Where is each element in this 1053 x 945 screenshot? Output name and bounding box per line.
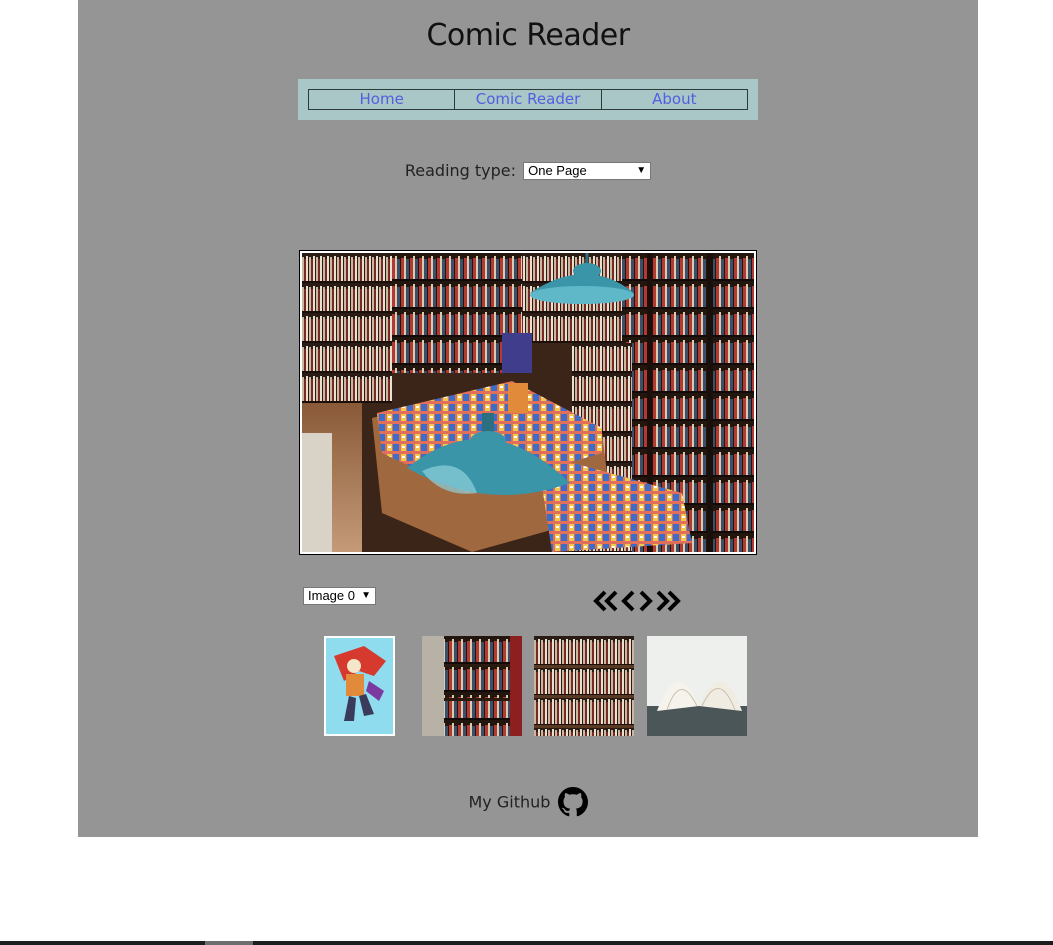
double-chevron-left-icon[interactable] xyxy=(593,590,619,612)
thumbnail-bookshelf-aisle[interactable] xyxy=(422,636,522,736)
chevron-right-icon[interactable] xyxy=(638,590,653,612)
bookstore-image xyxy=(302,253,754,552)
footer: My Github xyxy=(78,787,978,817)
nav-bar: Home Comic Reader About xyxy=(298,79,758,120)
comic-cover-image xyxy=(324,636,395,736)
full-bookshelf-image xyxy=(534,636,634,736)
thumbnail-full-bookshelf[interactable] xyxy=(534,636,634,736)
bottom-bar-highlight xyxy=(205,941,253,945)
thumbnail-open-book[interactable] xyxy=(647,636,747,736)
double-chevron-right-icon[interactable] xyxy=(655,590,681,612)
nav-list: Home Comic Reader About xyxy=(308,89,748,110)
dropdown-arrow-icon: ▼ xyxy=(361,590,371,601)
nav-about-link[interactable]: About xyxy=(600,89,748,110)
open-book-image xyxy=(647,636,747,736)
github-icon[interactable] xyxy=(557,787,588,817)
chevron-left-icon[interactable] xyxy=(621,590,636,612)
reading-type-label: Reading type: xyxy=(404,161,517,180)
nav-home-link[interactable]: Home xyxy=(308,89,456,110)
main-comic-image[interactable] xyxy=(302,253,754,552)
main-image-frame xyxy=(299,250,757,555)
thumbnail-comic-cover[interactable] xyxy=(324,636,395,736)
reading-type-select[interactable]: One Page ▼ xyxy=(523,161,652,180)
app-container: Comic Reader Home Comic Reader About Rea… xyxy=(78,0,978,837)
reading-type-row: Reading type: One Page ▼ xyxy=(78,160,978,180)
page-title: Comic Reader xyxy=(426,18,630,53)
thumbnail-strip xyxy=(78,636,978,736)
image-select[interactable]: Image 0 ▼ xyxy=(303,587,376,605)
dropdown-arrow-icon: ▼ xyxy=(636,164,647,176)
nav-comic-reader-link[interactable]: Comic Reader xyxy=(454,89,602,110)
bottom-bar xyxy=(0,941,1053,945)
pager-controls xyxy=(593,586,681,616)
bookshelf-aisle-image xyxy=(422,636,522,736)
reading-type-value: One Page xyxy=(528,162,587,178)
github-link[interactable]: My Github xyxy=(468,793,550,812)
image-select-value: Image 0 xyxy=(308,588,355,603)
